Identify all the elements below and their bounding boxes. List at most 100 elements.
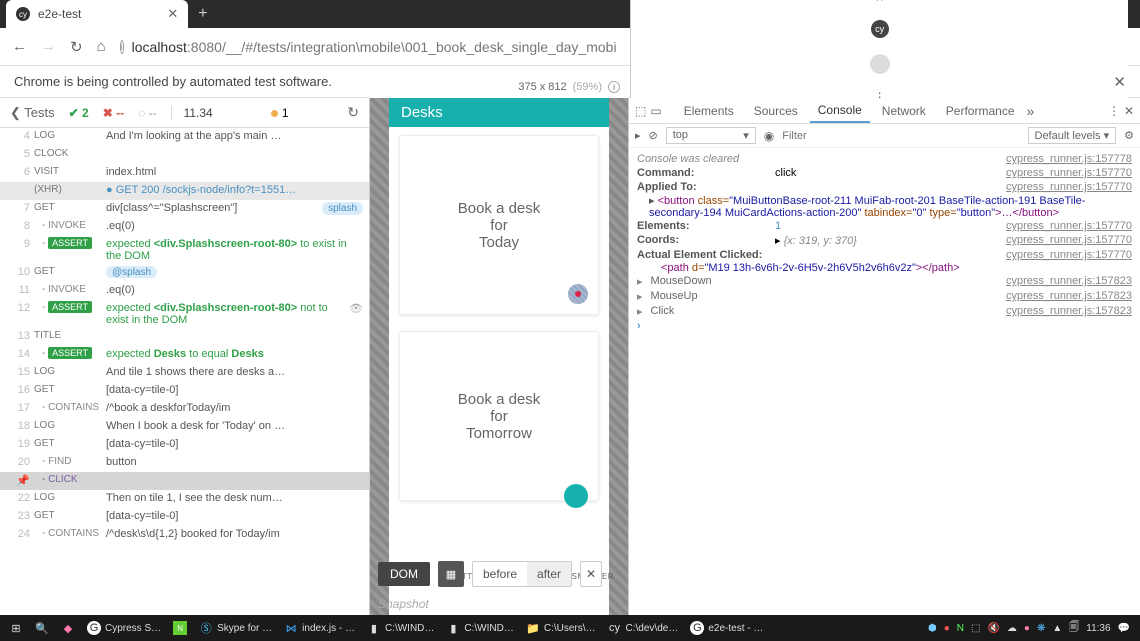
- filter-input[interactable]: [782, 130, 1019, 142]
- tray-notifications-icon[interactable]: 💬: [1118, 623, 1130, 634]
- tray-icon[interactable]: ☁: [1007, 623, 1017, 634]
- dom-button[interactable]: DOM: [378, 562, 430, 586]
- taskbar[interactable]: ⊞ 🔍 ◆ GCypress S… N ⓈSkype for … ⋈index.…: [0, 615, 1140, 641]
- applied-element[interactable]: ▸ <button class="MuiButtonBase-root-211 …: [649, 194, 1132, 219]
- log-row[interactable]: 9- ASSERTexpected <div.Splashscreen-root…: [0, 236, 369, 264]
- tray-icon[interactable]: N: [957, 623, 964, 634]
- live-expr-icon[interactable]: ◉: [764, 129, 774, 143]
- fab-tomorrow[interactable]: [564, 484, 588, 508]
- log-row[interactable]: 20- FINDbutton: [0, 454, 369, 472]
- highlight-button[interactable]: ▦: [438, 561, 464, 587]
- back-icon[interactable]: ←: [12, 38, 27, 55]
- log-row[interactable]: 5CLOCK: [0, 146, 369, 164]
- cypress-ext-icon[interactable]: cy: [871, 20, 889, 38]
- rerun-icon[interactable]: ↻: [347, 104, 359, 121]
- log-row[interactable]: 22LOGThen on tile 1, I see the desk num…: [0, 490, 369, 508]
- reload-icon[interactable]: ↻: [70, 38, 83, 56]
- close-infobar-icon[interactable]: ✕: [1113, 73, 1126, 91]
- log-row[interactable]: 23GET[data-cy=tile-0]: [0, 508, 369, 526]
- tray-clock[interactable]: 11:36: [1086, 623, 1110, 634]
- log-row[interactable]: (XHR)● GET 200 /sockjs-node/info?t=1551…: [0, 182, 369, 200]
- context-select[interactable]: top▾: [666, 127, 756, 144]
- clear-console-icon[interactable]: ⊘: [649, 129, 658, 142]
- tab-console[interactable]: Console: [810, 99, 870, 123]
- profile-icon[interactable]: [870, 54, 890, 74]
- close-snapshot-icon[interactable]: ✕: [580, 561, 602, 587]
- fab-today[interactable]: [568, 284, 588, 304]
- log-row[interactable]: 17- CONTAINS/^book a deskforToday/im: [0, 400, 369, 418]
- log-row[interactable]: 7GETdiv[class^="Splashscreen"]splash: [0, 200, 369, 218]
- home-icon[interactable]: ⌂: [97, 38, 106, 55]
- tab-elements[interactable]: Elements: [676, 100, 742, 122]
- more-tabs-icon[interactable]: »: [1027, 103, 1035, 119]
- log-row[interactable]: 4LOGAnd I'm looking at the app's main …: [0, 128, 369, 146]
- tray-icon[interactable]: ⬢: [928, 623, 937, 634]
- warning-badge[interactable]: 1: [271, 106, 288, 120]
- tray-icon[interactable]: ●: [944, 623, 950, 634]
- taskbar-app[interactable]: 📁C:\Users\…: [521, 617, 601, 639]
- tab-performance[interactable]: Performance: [938, 100, 1023, 122]
- log-row[interactable]: 8- INVOKE.eq(0): [0, 218, 369, 236]
- devtools-kebab-icon[interactable]: ⋮: [1108, 104, 1120, 118]
- tray-icon[interactable]: ●: [1024, 623, 1030, 634]
- command-log[interactable]: 4LOGAnd I'm looking at the app's main …5…: [0, 128, 369, 615]
- tray-icon[interactable]: ▲: [1052, 623, 1062, 634]
- taskbar-app[interactable]: ⓈSkype for …: [194, 617, 277, 639]
- forward-icon[interactable]: →: [41, 38, 56, 55]
- device-icon[interactable]: ▭: [650, 104, 661, 118]
- viewport-info-icon[interactable]: i: [608, 81, 620, 93]
- log-row[interactable]: 16GET[data-cy=tile-0]: [0, 382, 369, 400]
- taskbar-app[interactable]: cyC:\dev\de…: [603, 617, 684, 639]
- log-row[interactable]: 6VISITindex.html: [0, 164, 369, 182]
- log-row[interactable]: 19GET[data-cy=tile-0]: [0, 436, 369, 454]
- after-button[interactable]: after: [527, 562, 571, 586]
- levels-select[interactable]: Default levels ▾: [1028, 127, 1117, 144]
- log-row[interactable]: 📌- CLICK: [0, 472, 369, 490]
- tab-sources[interactable]: Sources: [746, 100, 806, 122]
- log-row[interactable]: 14- ASSERTexpected Desks to equal Desks: [0, 346, 369, 364]
- log-row[interactable]: 18LOGWhen I book a desk for 'Today' on …: [0, 418, 369, 436]
- event-mouseup[interactable]: MouseUpcypress_runner.js:157823: [637, 289, 1132, 304]
- taskbar-app[interactable]: ▮C:\WIND…: [441, 617, 518, 639]
- devtools-close-icon[interactable]: ✕: [1124, 104, 1134, 118]
- inspect-icon[interactable]: ⬚: [635, 104, 646, 118]
- taskbar-app[interactable]: ◆: [56, 617, 80, 639]
- new-tab-icon[interactable]: +: [188, 5, 217, 23]
- star-icon[interactable]: ☆: [874, 0, 885, 4]
- tray-icon[interactable]: 🗐: [1069, 620, 1079, 637]
- taskbar-app[interactable]: ▮C:\WIND…: [362, 617, 439, 639]
- log-row[interactable]: 15LOGAnd tile 1 shows there are desks a…: [0, 364, 369, 382]
- settings-icon[interactable]: ⚙: [1124, 129, 1134, 142]
- tray-icon[interactable]: ❋: [1037, 623, 1045, 634]
- close-tab-icon[interactable]: ✕: [167, 6, 178, 22]
- tests-link[interactable]: ❮ Tests: [10, 105, 55, 121]
- system-tray[interactable]: ⬢ ● N ⬚ 🔇 ☁ ● ❋ ▲ 🗐 11:36 💬: [928, 620, 1136, 637]
- event-mousedown[interactable]: MouseDowncypress_runner.js:157823: [637, 274, 1132, 289]
- browser-tab[interactable]: cy e2e-test ✕: [6, 0, 188, 28]
- console-output[interactable]: Console was clearedcypress_runner.js:157…: [629, 148, 1140, 615]
- console-prompt[interactable]: ›: [637, 320, 641, 332]
- before-button[interactable]: before: [473, 562, 527, 586]
- taskbar-app[interactable]: GCypress S…: [82, 617, 166, 639]
- taskbar-app[interactable]: Ge2e-test - …: [685, 617, 768, 639]
- log-row[interactable]: 13TITLE: [0, 328, 369, 346]
- site-info-icon[interactable]: i: [120, 40, 124, 54]
- tab-network[interactable]: Network: [874, 100, 934, 122]
- console-sidebar-icon[interactable]: ▸: [635, 129, 641, 142]
- app-preview-pane: 375 x 812 (59%) i Desks Book a desk for …: [370, 98, 628, 615]
- event-click[interactable]: Clickcypress_runner.js:157823: [637, 304, 1132, 319]
- tray-icon[interactable]: ⬚: [971, 623, 980, 634]
- taskbar-app[interactable]: ⋈index.js - …: [279, 617, 360, 639]
- log-row[interactable]: 11- INVOKE.eq(0): [0, 282, 369, 300]
- tile-tomorrow[interactable]: Book a desk for Tomorrow: [399, 331, 599, 501]
- start-button[interactable]: ⊞: [4, 617, 28, 639]
- tile-today[interactable]: Book a desk for Today: [399, 135, 599, 315]
- clicked-element[interactable]: <path d="M19 13h-6v6h-2v-6H5v-2h6V5h2v6h…: [661, 262, 1132, 274]
- tray-icon[interactable]: 🔇: [987, 623, 999, 634]
- log-row[interactable]: 24- CONTAINS/^desk\s\d{1,2} booked for T…: [0, 526, 369, 544]
- search-button[interactable]: 🔍: [30, 617, 54, 639]
- taskbar-app[interactable]: N: [168, 617, 192, 639]
- log-row[interactable]: 12- ASSERTexpected <div.Splashscreen-roo…: [0, 300, 369, 328]
- log-row[interactable]: 10GET@splash: [0, 264, 369, 282]
- url-field[interactable]: i localhost:8080/__/#/tests/integration\…: [120, 39, 617, 55]
